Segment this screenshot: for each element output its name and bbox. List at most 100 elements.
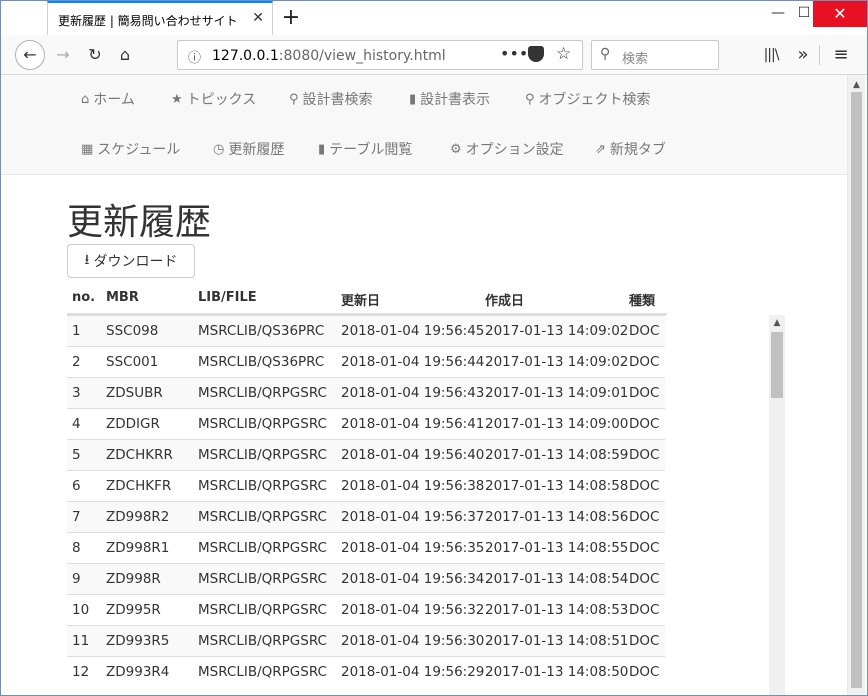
- nav-link[interactable]: ▮ 設計書表示: [409, 89, 490, 109]
- table-cell: 2017-01-13 14:08:58: [485, 478, 629, 494]
- table-cell: ZDCHKRR: [106, 447, 173, 463]
- table-cell: MSRCLIB/QRPGSRC: [198, 478, 327, 494]
- browser-tab[interactable]: 更新履歴 | 簡易問い合わせサイト ✕: [47, 1, 273, 35]
- gear-icon: ⚙: [450, 141, 462, 157]
- library-icon[interactable]: |||\: [757, 41, 785, 69]
- table-cell: 2017-01-13 14:08:59: [485, 447, 629, 463]
- table-cell: DOC: [629, 540, 660, 556]
- table-cell: 3: [72, 385, 81, 401]
- column-header[interactable]: 更新日: [341, 290, 380, 309]
- table-cell: DOC: [629, 385, 660, 401]
- table-cell: DOC: [629, 354, 660, 370]
- table-row[interactable]: 1 SSC098 MSRCLIB/QS36PRC 2018-01-04 19:56:4…: [67, 315, 665, 346]
- hamburger-menu-icon[interactable]: ≡: [827, 41, 855, 69]
- close-window-button[interactable]: ✕: [813, 1, 867, 27]
- nav-link[interactable]: ⚙ オプション設定: [450, 139, 564, 159]
- table-row[interactable]: 2 SSC001 MSRCLIB/QS36PRC 2018-01-04 19:56:4…: [67, 346, 665, 377]
- home-icon: ⌂: [81, 91, 90, 107]
- nav-link[interactable]: ◷ 更新履歴: [213, 139, 284, 159]
- forward-arrow-icon[interactable]: →: [49, 41, 77, 69]
- nav-link[interactable]: ▮ テーブル閲覧: [318, 139, 412, 159]
- star-icon[interactable]: ☆: [556, 44, 571, 64]
- table-row[interactable]: 3 ZDSUBR MSRCLIB/QRPGSRC 2018-01-04 19:56:4…: [67, 377, 665, 408]
- table-row[interactable]: 4 ZDDIGR MSRCLIB/QRPGSRC 2018-01-04 19:56:4…: [67, 408, 665, 439]
- table-cell: ZD998R1: [106, 540, 170, 556]
- search-icon: ⚲: [289, 91, 299, 107]
- info-icon[interactable]: ⓘ: [188, 47, 201, 66]
- table-cell: MSRCLIB/QRPGSRC: [198, 602, 327, 618]
- column-header[interactable]: 作成日: [485, 290, 524, 309]
- nav-link-label: トピックス: [186, 92, 257, 108]
- column-header[interactable]: LIB/FILE: [198, 290, 257, 305]
- table-cell: 2017-01-13 14:08:56: [485, 509, 629, 525]
- search-icon: ⚲: [525, 91, 535, 107]
- table-row[interactable]: 9 ZD998R MSRCLIB/QRPGSRC 2018-01-04 19:56:3…: [67, 563, 665, 594]
- column-header[interactable]: MBR: [106, 290, 139, 305]
- table-row[interactable]: 12 ZD993R4 MSRCLIB/QRPGSRC 2018-01-04 19:56…: [67, 656, 665, 687]
- reload-icon[interactable]: ↻: [81, 41, 109, 69]
- page-scrollbar[interactable]: ▲: [847, 75, 865, 695]
- nav-link[interactable]: ⚲ オブジェクト検索: [525, 89, 651, 109]
- table-cell: MSRCLIB/QS36PRC: [198, 323, 325, 339]
- nav-link[interactable]: ⌂ ホーム: [81, 89, 135, 109]
- scroll-up-arrow-icon[interactable]: ▲: [848, 77, 865, 93]
- table-cell: 2018-01-04 19:56:35: [341, 540, 485, 556]
- table-row[interactable]: 7 ZD998R2 MSRCLIB/QRPGSRC 2018-01-04 19:56:…: [67, 501, 665, 532]
- table-cell: MSRCLIB/QS36PRC: [198, 354, 325, 370]
- table-cell: 2017-01-13 14:09:01: [485, 385, 629, 401]
- table-cell: 1: [72, 323, 81, 339]
- clock-icon: ◷: [213, 141, 225, 157]
- table-cell: MSRCLIB/QRPGSRC: [198, 540, 327, 556]
- scroll-up-arrow-icon[interactable]: ▲: [769, 315, 785, 331]
- table-cell: 2018-01-04 19:56:32: [341, 602, 485, 618]
- column-header[interactable]: no.: [72, 290, 95, 305]
- table-cell: ZD993R5: [106, 633, 170, 649]
- nav-link[interactable]: ⇗ 新規タブ: [595, 139, 666, 159]
- url-text[interactable]: 127.0.0.1:8080/view_history.html: [212, 48, 446, 64]
- download-button[interactable]: ⭳ ダウンロード: [67, 244, 195, 278]
- page-content: ⌂ ホーム ★ トピックス ⚲ 設計書検索 ▮ 設計書表示 ⚲ オブジェクト検索 ▦ スケジュール ◷ 更…: [1, 75, 847, 695]
- table-cell: SSC098: [106, 323, 159, 339]
- nav-link-label: オブジェクト検索: [538, 92, 651, 108]
- search-placeholder: 検索: [622, 52, 649, 67]
- table-cell: 2018-01-04 19:56:34: [341, 571, 485, 587]
- title-bar: 更新履歴 | 簡易問い合わせサイト ✕ + — ☐ ✕: [1, 1, 867, 35]
- table-cell: ZDDIGR: [106, 416, 160, 432]
- overflow-icon[interactable]: »: [789, 41, 817, 69]
- page-scrollbar-thumb[interactable]: [851, 92, 862, 688]
- table-scrollbar-thumb[interactable]: [771, 332, 783, 398]
- table-row[interactable]: 8 ZD998R1 MSRCLIB/QRPGSRC 2018-01-04 19:56:…: [67, 532, 665, 563]
- nav-link[interactable]: ★ トピックス: [171, 89, 256, 109]
- home-icon[interactable]: ⌂: [111, 41, 139, 69]
- table-row[interactable]: 6 ZDCHKFR MSRCLIB/QRPGSRC 2018-01-04 19:56:…: [67, 470, 665, 501]
- table-cell: 2018-01-04 19:56:43: [341, 385, 485, 401]
- table-cell: 2017-01-13 14:09:02: [485, 354, 629, 370]
- url-bar[interactable]: ⓘ 127.0.0.1:8080/view_history.html ••• ☆: [177, 40, 583, 70]
- table-cell: DOC: [629, 478, 660, 494]
- table-row[interactable]: 5 ZDCHKRR MSRCLIB/QRPGSRC 2018-01-04 19:56:…: [67, 439, 665, 470]
- search-bar[interactable]: ⚲ 検索: [591, 40, 719, 70]
- table-row[interactable]: 10 ZD995R MSRCLIB/QRPGSRC 2018-01-04 19:56:…: [67, 594, 665, 625]
- table-cell: DOC: [629, 447, 660, 463]
- more-dots-icon[interactable]: •••: [500, 44, 528, 63]
- nav-link-label: ホーム: [93, 92, 135, 108]
- table-cell: 2018-01-04 19:56:29: [341, 664, 485, 680]
- nav-link-label: 設計書検索: [302, 92, 373, 108]
- column-header[interactable]: 種類: [629, 290, 655, 309]
- table-row[interactable]: 11 ZD993R5 MSRCLIB/QRPGSRC 2018-01-04 19:56…: [67, 625, 665, 656]
- back-arrow-icon[interactable]: ←: [15, 40, 45, 70]
- table-cell: 5: [72, 447, 81, 463]
- nav-link[interactable]: ▦ スケジュール: [81, 139, 180, 159]
- pocket-icon[interactable]: [528, 46, 544, 62]
- new-tab-button[interactable]: +: [279, 5, 303, 30]
- nav-link[interactable]: ⚲ 設計書検索: [289, 89, 373, 109]
- table-cell: 7: [72, 509, 81, 525]
- table-cell: MSRCLIB/QRPGSRC: [198, 509, 327, 525]
- nav-link-label: 更新履歴: [228, 142, 285, 158]
- table-scrollbar[interactable]: ▲: [769, 315, 785, 695]
- table-cell: 2: [72, 354, 81, 370]
- tab-close-icon[interactable]: ✕: [252, 10, 264, 26]
- nav-link-label: 新規タブ: [609, 142, 666, 158]
- nav-link-label: テーブル閲覧: [329, 142, 413, 158]
- table-cell: 2017-01-13 14:08:53: [485, 602, 629, 618]
